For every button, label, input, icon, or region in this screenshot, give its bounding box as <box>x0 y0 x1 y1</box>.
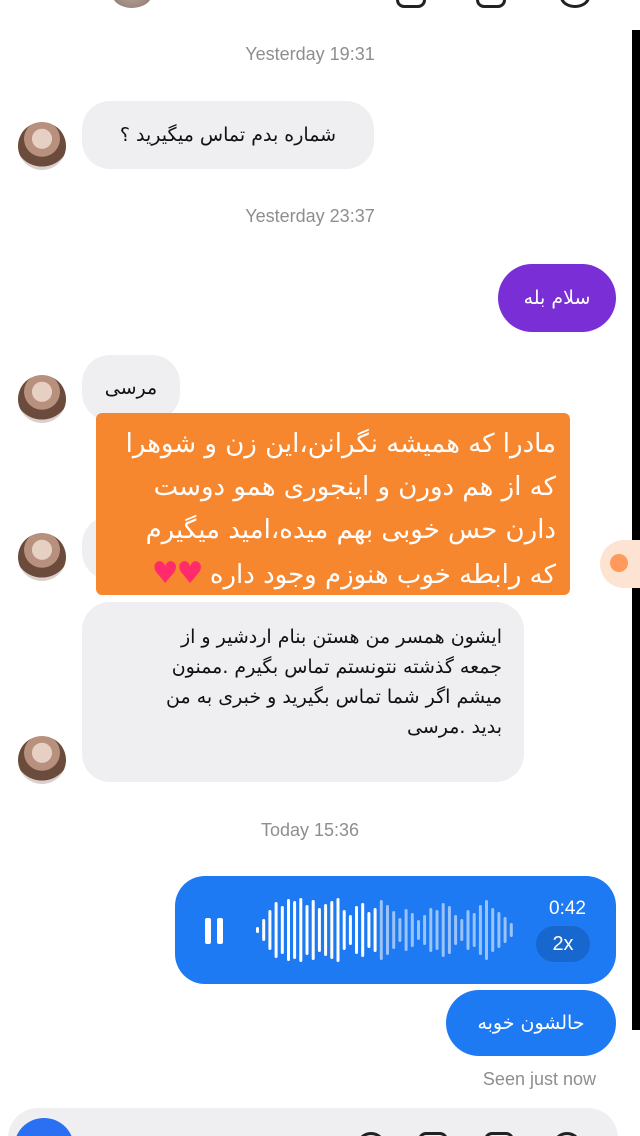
waveform-bar <box>386 905 389 955</box>
waveform-bar <box>324 904 328 956</box>
message-composer <box>0 1108 640 1136</box>
waveform-bar <box>472 913 476 947</box>
screen-edge <box>632 30 640 1030</box>
avatar[interactable] <box>18 375 66 423</box>
waveform-bar <box>417 920 420 940</box>
waveform-bar <box>447 906 451 954</box>
avatar[interactable] <box>18 736 66 784</box>
waveform-bar <box>509 923 513 937</box>
message-bubble-incoming[interactable]: شماره بدم تماس میگیرید ؟ <box>82 101 374 169</box>
waveform-bar <box>293 901 297 959</box>
waveform-bar <box>287 899 290 961</box>
waveform-bar <box>478 905 482 955</box>
header-avatar[interactable] <box>112 0 152 8</box>
waveform-bar <box>392 911 396 949</box>
waveform-bar <box>361 903 365 957</box>
info-icon[interactable] <box>560 0 590 8</box>
waveform-bar <box>367 912 371 948</box>
heart-emoji-icon: ♥♥ <box>151 556 204 591</box>
timestamp: Yesterday 23:37 <box>245 206 375 226</box>
avatar[interactable] <box>18 122 66 170</box>
timestamp: Yesterday 19:31 <box>245 44 375 64</box>
reaction-indicator[interactable] <box>600 540 640 588</box>
waveform-bar <box>379 900 383 960</box>
waveform-bar <box>262 919 266 941</box>
top-header-strip <box>0 0 640 12</box>
waveform-bar <box>280 906 284 954</box>
video-call-icon[interactable] <box>476 0 506 8</box>
voice-message-bubble[interactable]: 0:42 2x <box>175 876 616 984</box>
waveform-bar <box>435 910 439 950</box>
timestamp: Today 15:36 <box>260 820 360 840</box>
sticker-icon[interactable] <box>484 1132 514 1136</box>
waveform-bar <box>485 900 488 960</box>
message-bubble-outgoing[interactable]: حالشون خوبه <box>446 990 616 1056</box>
waveform-bar <box>311 900 315 960</box>
message-bubble-incoming[interactable]: مرسی <box>82 355 180 421</box>
waveform-bar <box>336 898 340 962</box>
waveform-bar <box>423 915 427 945</box>
waveform-bar <box>274 902 278 958</box>
waveform-bar <box>256 927 259 933</box>
waveform-bar <box>497 912 501 948</box>
waveform-bar <box>330 901 334 959</box>
message-line: میشم اگر شما تماس بگیرید و خبری به من <box>166 686 502 708</box>
audio-waveform[interactable] <box>255 894 515 966</box>
avatar[interactable] <box>18 533 66 581</box>
message-line: بدید .مرسی <box>406 716 502 738</box>
waveform-bar <box>491 908 495 952</box>
pause-icon[interactable] <box>205 918 225 944</box>
waveform-bar <box>342 910 346 950</box>
waveform-bar <box>305 905 309 955</box>
gallery-icon[interactable] <box>418 1132 448 1136</box>
message-input[interactable] <box>8 1108 618 1136</box>
waveform-bar <box>466 910 470 950</box>
waveform-bar <box>348 915 352 945</box>
waveform-bar <box>460 919 464 941</box>
text-overlay-caption: مادرا که همیشه نگرانن،این زن و شوهرا که … <box>96 413 570 595</box>
waveform-bar <box>441 903 445 957</box>
waveform-bar <box>429 908 433 952</box>
overlay-line: که از هم دورن و اینجوری همو دوست <box>153 472 556 502</box>
message-line: جمعه گذشته نتونستم تماس بگیرم .ممنون <box>171 656 502 678</box>
waveform-bar <box>454 915 458 945</box>
overlay-line: مادرا که همیشه نگرانن،این زن و شوهرا <box>125 429 556 459</box>
waveform-bar <box>503 917 507 943</box>
waveform-bar <box>398 918 402 942</box>
waveform-bar <box>404 909 408 951</box>
seen-status: Seen just now <box>482 1069 596 1089</box>
waveform-bar <box>355 906 358 954</box>
waveform-bar <box>410 913 414 947</box>
waveform-bar <box>299 898 303 962</box>
waveform-bar <box>317 908 321 952</box>
waveform-bar <box>373 908 377 952</box>
voice-duration: 0:42 <box>549 898 586 919</box>
message-bubble-incoming[interactable]: ایشون همسر من هستن بنام اردشیر و از جمعه… <box>82 602 524 782</box>
overlay-line-text: که رابطه خوب هنوزم وجود داره <box>209 560 556 590</box>
message-line: ایشون همسر من هستن بنام اردشیر و از <box>180 626 502 648</box>
waveform-bar <box>268 910 272 950</box>
message-bubble-outgoing[interactable]: سلام بله <box>498 264 616 332</box>
overlay-line: دارن حس خوبی بهم میده،امید میگیرم <box>145 515 556 545</box>
playback-speed-button[interactable]: 2x <box>536 926 590 962</box>
phone-icon[interactable] <box>396 0 426 8</box>
overlay-line: که رابطه خوب هنوزم وجود داره ♥♥ <box>110 552 556 597</box>
